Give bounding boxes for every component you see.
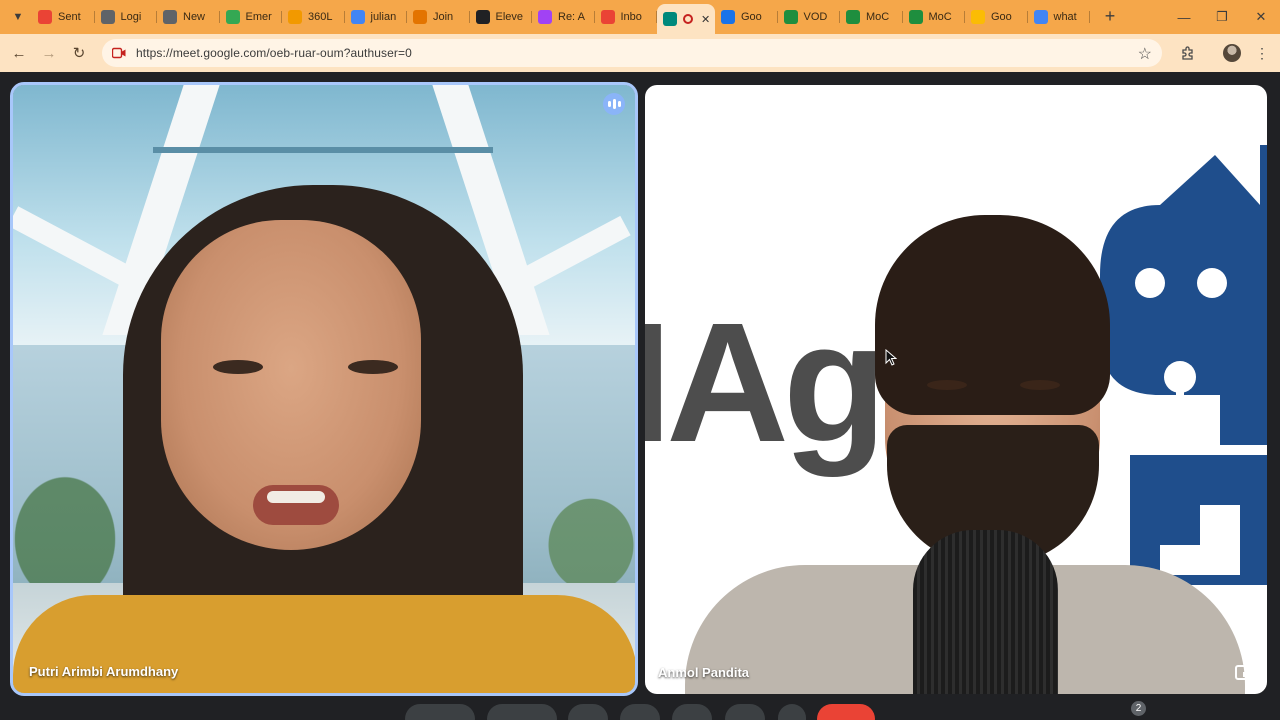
tab-label: julian xyxy=(370,11,397,23)
new-tab-button[interactable]: + xyxy=(1100,6,1120,26)
browser-tab[interactable]: MoC xyxy=(840,4,903,30)
browser-tab[interactable]: Inbo xyxy=(595,4,658,30)
browser-toolbar: ← → ↻ https://meet.google.com/oeb-ruar-o… xyxy=(0,34,1280,72)
meet-stage: Putri Arimbi Arumdhany IAg Anmol Pandita xyxy=(0,72,1280,720)
tab-label: Inbo xyxy=(620,11,642,23)
browser-tab[interactable]: Goo xyxy=(715,4,778,30)
browser-tab[interactable]: what xyxy=(1028,4,1091,30)
minimize-icon[interactable]: — xyxy=(1165,0,1203,34)
more-options-button[interactable] xyxy=(725,704,765,720)
emerald-icon xyxy=(225,10,240,24)
participant-name-right: Anmol Pandita xyxy=(658,665,750,680)
tab-strip: ▼ Sent Logi New Emer 360L julian Join Eleve Re: … xyxy=(0,0,1280,34)
speaking-indicator-icon xyxy=(603,93,625,115)
present-button[interactable] xyxy=(672,704,712,720)
k-icon xyxy=(908,10,923,24)
participant-tile-right[interactable]: IAg Anmol Pandita xyxy=(645,85,1267,694)
reload-icon[interactable]: ↻ xyxy=(68,42,90,64)
tab-label: VOD xyxy=(803,11,828,23)
google-icon xyxy=(1033,10,1048,24)
browser-tab[interactable]: Re: A xyxy=(532,4,595,30)
back-icon[interactable]: ← xyxy=(8,42,30,64)
mouse-cursor-icon xyxy=(885,349,897,366)
tab-label: Re: A xyxy=(558,11,585,23)
tab-label: Sent xyxy=(58,11,81,23)
restore-icon[interactable]: ❐ xyxy=(1203,0,1241,34)
info-icon xyxy=(163,10,177,24)
tab-label: New xyxy=(183,11,206,23)
k-icon xyxy=(783,10,798,24)
tab-label: MoC xyxy=(928,11,952,23)
tab-label: Eleve xyxy=(495,11,524,23)
robot-logo-icon xyxy=(1100,145,1267,585)
elevenlabs-icon xyxy=(475,10,490,24)
camera-control-button[interactable] xyxy=(487,704,557,720)
browser-tab[interactable]: Logi xyxy=(95,4,158,30)
mic-control-button[interactable] xyxy=(405,704,475,720)
browser-tab[interactable]: New xyxy=(157,4,220,30)
tab-label: Goo xyxy=(741,11,762,23)
gmail-icon xyxy=(971,10,985,24)
info-icon xyxy=(100,10,115,24)
browser-tab[interactable]: Sent xyxy=(32,4,95,30)
join-icon xyxy=(413,10,427,24)
sync-icon xyxy=(288,10,302,24)
browser-tab[interactable]: ✕ xyxy=(657,4,715,34)
browser-tab[interactable]: MoC xyxy=(903,4,966,30)
hub-icon xyxy=(538,10,552,24)
tab-label: Join xyxy=(433,11,454,23)
browser-tab[interactable]: VOD xyxy=(778,4,841,30)
tab-label: what xyxy=(1053,11,1077,23)
tab-label: Emer xyxy=(245,11,272,23)
browser-tab[interactable]: Goo xyxy=(965,4,1028,30)
tab-search-icon[interactable]: ▼ xyxy=(8,7,28,27)
close-window-icon[interactable]: ✕ xyxy=(1242,0,1280,34)
picture-in-picture-icon[interactable] xyxy=(1235,665,1253,680)
tab-label: MoC xyxy=(866,11,890,23)
participant-tile-left[interactable]: Putri Arimbi Arumdhany xyxy=(10,82,638,696)
calendar-icon xyxy=(721,10,735,24)
tab-label: 360L xyxy=(308,11,333,23)
extensions-icon[interactable] xyxy=(1178,43,1198,63)
url-text: https://meet.google.com/oeb-ruar-oum?aut… xyxy=(136,46,412,60)
browser-menu-icon[interactable]: ⋮ xyxy=(1252,43,1272,63)
profile-avatar[interactable] xyxy=(1222,43,1242,63)
bookmark-star-icon[interactable]: ☆ xyxy=(1138,44,1152,64)
tab-label: Logi xyxy=(120,11,142,23)
browser-tab[interactable]: Join xyxy=(407,4,470,30)
close-tab-icon[interactable]: ✕ xyxy=(701,13,710,26)
browser-tab[interactable]: julian xyxy=(345,4,408,30)
gmail-icon xyxy=(38,10,52,24)
background-logo-text: IAg xyxy=(645,288,887,478)
tab-label: Goo xyxy=(991,11,1012,23)
captions-button[interactable] xyxy=(568,704,608,720)
meet-icon xyxy=(663,12,677,26)
address-bar[interactable]: https://meet.google.com/oeb-ruar-oum?aut… xyxy=(102,39,1162,67)
google-icon xyxy=(350,10,365,24)
k-icon xyxy=(846,10,860,24)
people-count-badge: 2 xyxy=(1131,701,1146,716)
tab-list: Sent Logi New Emer 360L julian Join Eleve Re: A I… xyxy=(32,4,1091,34)
recording-icon xyxy=(683,14,693,24)
leave-call-button[interactable] xyxy=(817,704,875,720)
forward-icon[interactable]: → xyxy=(38,42,60,64)
browser-tab[interactable]: 360L xyxy=(282,4,345,30)
camera-site-icon[interactable] xyxy=(112,46,126,60)
raise-hand-button[interactable] xyxy=(620,704,660,720)
browser-tab[interactable]: Eleve xyxy=(470,4,533,30)
participant-name-left: Putri Arimbi Arumdhany xyxy=(29,664,179,679)
browser-tab[interactable]: Emer xyxy=(220,4,283,30)
gmail-icon xyxy=(600,10,615,24)
participant-video-left xyxy=(13,85,635,693)
